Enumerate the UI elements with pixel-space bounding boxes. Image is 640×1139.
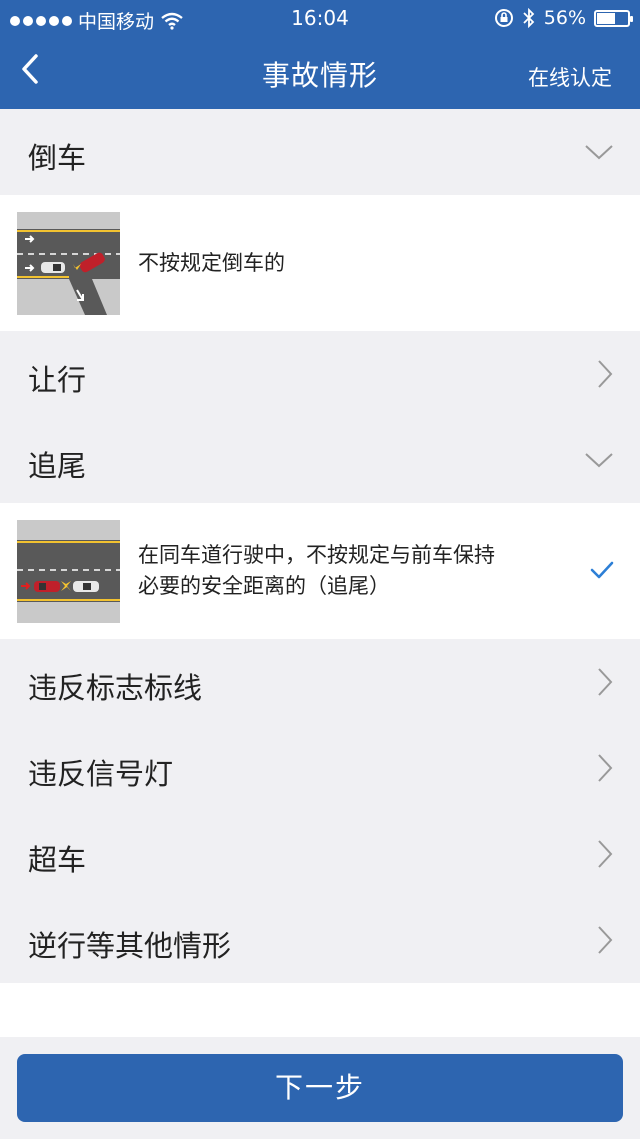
next-step-button[interactable]: 下一步 xyxy=(17,1054,623,1122)
checkmark-icon xyxy=(590,561,614,579)
category-label: 违反信号灯 xyxy=(28,757,174,791)
category-row-reversing[interactable]: 倒车 xyxy=(0,109,640,195)
rotation-lock-icon xyxy=(494,9,513,27)
item-text-line1: 在同车道行驶中，不按规定与前车保持 xyxy=(138,543,495,567)
status-right: 56% xyxy=(494,7,633,29)
reversing-diagram-image xyxy=(17,212,120,315)
category-label: 倒车 xyxy=(28,141,87,175)
category-row-signs-markings[interactable]: 违反标志标线 xyxy=(0,639,640,725)
item-text-line2: 必要的安全距离的（追尾） xyxy=(138,574,390,598)
category-row-overtaking[interactable]: 超车 xyxy=(0,811,640,897)
list-spacer xyxy=(0,983,640,1037)
category-row-wrong-way-other[interactable]: 逆行等其他情形 xyxy=(0,897,640,983)
category-row-yield[interactable]: 让行 xyxy=(0,331,640,417)
chevron-right-icon xyxy=(598,754,613,782)
bluetooth-icon xyxy=(523,8,535,28)
category-label: 违反标志标线 xyxy=(28,671,203,705)
category-label: 超车 xyxy=(28,843,87,877)
battery-icon xyxy=(594,9,633,27)
battery-percent: 56% xyxy=(543,7,586,29)
chevron-right-icon xyxy=(598,360,613,388)
list-item-rear-end[interactable]: 在同车道行驶中，不按规定与前车保持 必要的安全距离的（追尾） xyxy=(0,503,640,639)
chevron-down-icon xyxy=(585,145,613,160)
category-label: 让行 xyxy=(28,363,87,397)
category-label: 逆行等其他情形 xyxy=(28,929,232,963)
top-bar: 中国移动 16:04 56% 事故情形 在线认定 xyxy=(0,0,640,109)
category-row-rear-end[interactable]: 追尾 xyxy=(0,417,640,503)
chevron-down-icon xyxy=(585,453,613,468)
category-row-traffic-lights[interactable]: 违反信号灯 xyxy=(0,725,640,811)
status-bar: 中国移动 16:04 56% xyxy=(0,0,640,36)
footer: 下一步 xyxy=(0,1037,640,1139)
chevron-right-icon xyxy=(598,668,613,696)
category-label: 追尾 xyxy=(28,449,87,483)
rear-end-diagram-image xyxy=(17,520,120,623)
item-text: 不按规定倒车的 xyxy=(138,251,285,275)
chevron-right-icon xyxy=(598,840,613,868)
list-item-reversing[interactable]: 不按规定倒车的 xyxy=(0,195,640,331)
online-determination-button[interactable]: 在线认定 xyxy=(528,62,612,92)
nav-bar: 事故情形 在线认定 xyxy=(0,36,640,109)
chevron-right-icon xyxy=(598,926,613,954)
